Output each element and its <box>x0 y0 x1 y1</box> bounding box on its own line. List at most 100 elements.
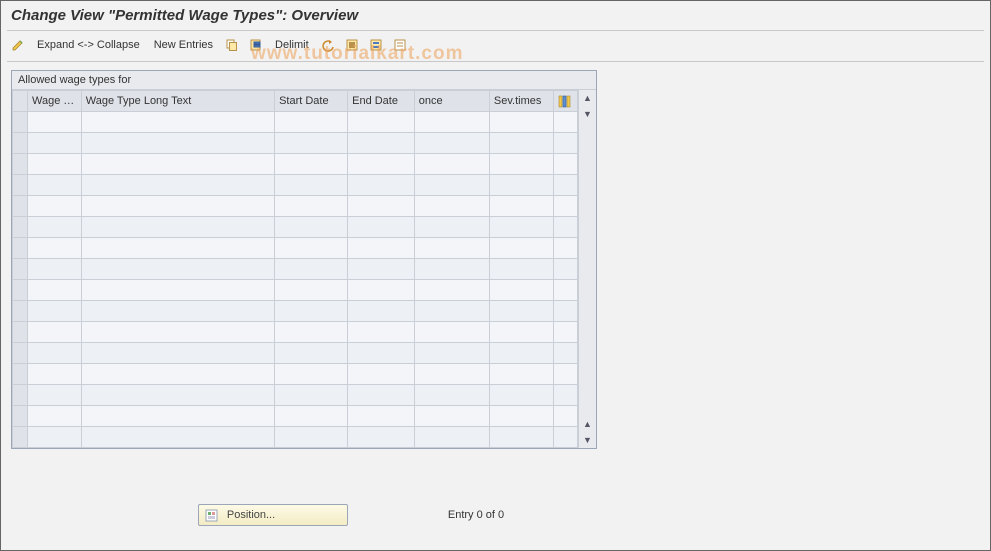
cell-end-date[interactable] <box>348 259 415 280</box>
cell-start-date[interactable] <box>275 217 348 238</box>
cell-start-date[interactable] <box>275 427 348 448</box>
cell-start-date[interactable] <box>275 259 348 280</box>
table-row[interactable] <box>13 196 578 217</box>
table-row[interactable] <box>13 406 578 427</box>
cell-once[interactable] <box>414 259 489 280</box>
cell-end-date[interactable] <box>348 427 415 448</box>
cell-sev-times[interactable] <box>489 385 553 406</box>
row-select-cell[interactable] <box>13 175 28 196</box>
col-end-date[interactable]: End Date <box>348 91 415 112</box>
cell-sev-times[interactable] <box>489 196 553 217</box>
cell-long-text[interactable] <box>81 133 274 154</box>
cell-sev-times[interactable] <box>489 280 553 301</box>
select-block-icon[interactable] <box>367 36 385 54</box>
scroll-down-icon[interactable]: ▼ <box>579 432 596 448</box>
table-row[interactable] <box>13 343 578 364</box>
cell-sev-times[interactable] <box>489 217 553 238</box>
table-row[interactable] <box>13 301 578 322</box>
cell-long-text[interactable] <box>81 427 274 448</box>
cell-wage-type[interactable] <box>28 280 82 301</box>
row-select-cell[interactable] <box>13 238 28 259</box>
col-start-date[interactable]: Start Date <box>275 91 348 112</box>
cell-start-date[interactable] <box>275 196 348 217</box>
cell-sev-times[interactable] <box>489 427 553 448</box>
row-select-header[interactable] <box>13 91 28 112</box>
cell-start-date[interactable] <box>275 322 348 343</box>
cell-once[interactable] <box>414 280 489 301</box>
cell-wage-type[interactable] <box>28 364 82 385</box>
cell-wage-type[interactable] <box>28 154 82 175</box>
row-select-cell[interactable] <box>13 322 28 343</box>
cell-once[interactable] <box>414 112 489 133</box>
table-row[interactable] <box>13 280 578 301</box>
cell-once[interactable] <box>414 154 489 175</box>
cell-long-text[interactable] <box>81 154 274 175</box>
cell-wage-type[interactable] <box>28 133 82 154</box>
cell-sev-times[interactable] <box>489 364 553 385</box>
table-row[interactable] <box>13 259 578 280</box>
cell-once[interactable] <box>414 217 489 238</box>
cell-once[interactable] <box>414 175 489 196</box>
cell-end-date[interactable] <box>348 217 415 238</box>
cell-once[interactable] <box>414 406 489 427</box>
cell-long-text[interactable] <box>81 301 274 322</box>
cell-long-text[interactable] <box>81 175 274 196</box>
delete-icon[interactable] <box>247 36 265 54</box>
cell-once[interactable] <box>414 322 489 343</box>
new-entries-button[interactable]: New Entries <box>150 37 217 53</box>
undo-icon[interactable] <box>319 36 337 54</box>
cell-end-date[interactable] <box>348 385 415 406</box>
cell-long-text[interactable] <box>81 196 274 217</box>
cell-start-date[interactable] <box>275 238 348 259</box>
deselect-icon[interactable] <box>391 36 409 54</box>
table-row[interactable] <box>13 133 578 154</box>
cell-wage-type[interactable] <box>28 322 82 343</box>
row-select-cell[interactable] <box>13 154 28 175</box>
cell-sev-times[interactable] <box>489 406 553 427</box>
cell-wage-type[interactable] <box>28 238 82 259</box>
cell-start-date[interactable] <box>275 154 348 175</box>
cell-start-date[interactable] <box>275 385 348 406</box>
cell-long-text[interactable] <box>81 217 274 238</box>
position-button[interactable]: Position... <box>198 504 348 526</box>
col-long-text[interactable]: Wage Type Long Text <box>81 91 274 112</box>
cell-sev-times[interactable] <box>489 322 553 343</box>
copy-icon[interactable] <box>223 36 241 54</box>
scroll-up-step-icon[interactable]: ▲ <box>579 416 596 432</box>
row-select-cell[interactable] <box>13 343 28 364</box>
table-row[interactable] <box>13 427 578 448</box>
cell-end-date[interactable] <box>348 238 415 259</box>
cell-once[interactable] <box>414 343 489 364</box>
cell-long-text[interactable] <box>81 385 274 406</box>
table-row[interactable] <box>13 154 578 175</box>
cell-sev-times[interactable] <box>489 301 553 322</box>
row-select-cell[interactable] <box>13 427 28 448</box>
cell-sev-times[interactable] <box>489 175 553 196</box>
table-scrollbar[interactable]: ▲ ▼ ▲ ▼ <box>578 90 596 448</box>
cell-start-date[interactable] <box>275 364 348 385</box>
table-row[interactable] <box>13 175 578 196</box>
cell-long-text[interactable] <box>81 259 274 280</box>
row-select-cell[interactable] <box>13 112 28 133</box>
cell-sev-times[interactable] <box>489 343 553 364</box>
cell-start-date[interactable] <box>275 175 348 196</box>
table-row[interactable] <box>13 217 578 238</box>
cell-once[interactable] <box>414 301 489 322</box>
cell-long-text[interactable] <box>81 112 274 133</box>
scroll-track[interactable] <box>579 122 596 416</box>
row-select-cell[interactable] <box>13 280 28 301</box>
cell-once[interactable] <box>414 133 489 154</box>
cell-end-date[interactable] <box>348 322 415 343</box>
cell-wage-type[interactable] <box>28 217 82 238</box>
edit-icon[interactable] <box>9 36 27 54</box>
col-wage-type[interactable]: Wage T... <box>28 91 82 112</box>
select-all-icon[interactable] <box>343 36 361 54</box>
cell-end-date[interactable] <box>348 112 415 133</box>
cell-once[interactable] <box>414 427 489 448</box>
cell-start-date[interactable] <box>275 343 348 364</box>
cell-end-date[interactable] <box>348 280 415 301</box>
cell-end-date[interactable] <box>348 133 415 154</box>
cell-end-date[interactable] <box>348 364 415 385</box>
row-select-cell[interactable] <box>13 196 28 217</box>
cell-long-text[interactable] <box>81 406 274 427</box>
